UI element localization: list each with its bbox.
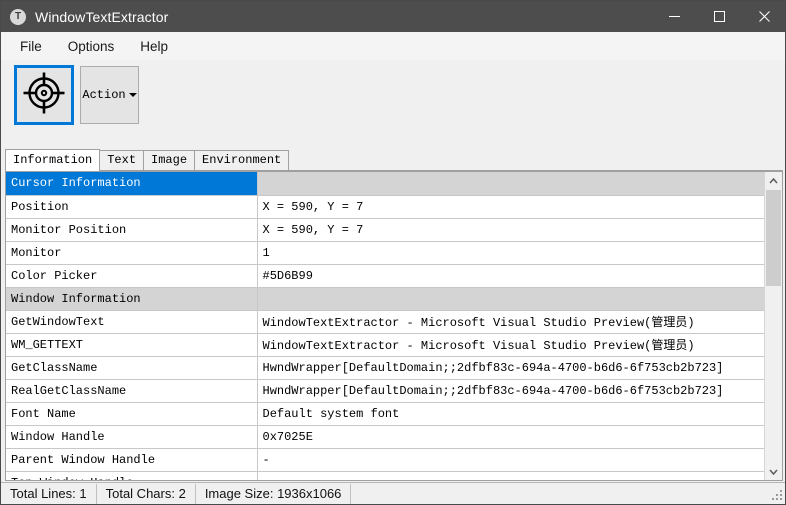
table-cell-value: X = 590, Y = 7	[257, 218, 765, 242]
table-cell-value: 1	[257, 241, 765, 265]
menu-bar: File Options Help	[1, 32, 785, 60]
action-button-label: Action	[82, 88, 126, 102]
table-row[interactable]: GetClassName HwndWrapper[DefaultDomain;;2…	[6, 356, 765, 380]
capture-target-button[interactable]	[14, 65, 74, 125]
action-dropdown-button[interactable]: Action	[80, 66, 139, 124]
scrollbar-thumb[interactable]	[766, 190, 781, 286]
table-cell-value: Default system font	[257, 402, 765, 426]
close-icon[interactable]	[742, 1, 785, 32]
table-row[interactable]: GetWindowText WindowTextExtractor - Micro…	[6, 310, 765, 334]
table-cell-value: 0x7025E	[257, 425, 765, 449]
title-bar: T WindowTextExtractor	[1, 1, 785, 32]
table-row[interactable]: RealGetClassName HwndWrapper[DefaultDomai…	[6, 379, 765, 403]
table-cell-value	[257, 287, 765, 311]
table-cell-value: X = 590, Y = 7	[257, 195, 765, 219]
table-cell-value: -	[257, 448, 765, 472]
menu-item-file[interactable]: File	[9, 35, 53, 58]
grid-vertical-scrollbar[interactable]	[764, 172, 782, 480]
table-cell-key: Top Window Handle	[6, 471, 258, 480]
tab-strip: Information Text Image Environment	[5, 149, 783, 171]
minimize-icon[interactable]	[652, 1, 697, 32]
table-cell-key: RealGetClassName	[6, 379, 258, 403]
table-cell-value	[257, 172, 765, 196]
information-table-body: Cursor Information Position X = 590, Y = 7…	[6, 172, 765, 480]
table-cell-key: Monitor Position	[6, 218, 258, 242]
table-row[interactable]: Monitor 1	[6, 241, 765, 265]
table-cell-key: Window Handle	[6, 425, 258, 449]
table-cell-key: Monitor	[6, 241, 258, 265]
table-row[interactable]: Parent Window Handle -	[6, 448, 765, 472]
status-bar: Total Lines: 1 Total Chars: 2 Image Size…	[1, 482, 785, 504]
table-row[interactable]: Window Handle 0x7025E	[6, 425, 765, 449]
table-row[interactable]: Window Information	[6, 287, 765, 311]
maximize-icon[interactable]	[697, 1, 742, 32]
table-row[interactable]: WM_GETTEXT WindowTextExtractor - Microsof…	[6, 333, 765, 357]
chevron-down-icon[interactable]	[765, 463, 782, 480]
application-window: T WindowTextExtractor File Options Help	[0, 0, 786, 505]
table-row[interactable]: Top Window Handle-	[6, 471, 765, 480]
tab-image[interactable]: Image	[143, 150, 196, 170]
table-cell-value: HwndWrapper[DefaultDomain;;2dfbf83c-694a…	[257, 356, 765, 380]
toolbar: Action	[1, 60, 785, 136]
table-cell-value: WindowTextExtractor - Microsoft Visual S…	[257, 310, 765, 334]
information-grid[interactable]: Cursor Information Position X = 590, Y = 7…	[5, 171, 783, 481]
table-row[interactable]: Cursor Information	[6, 172, 765, 196]
table-cell-value: HwndWrapper[DefaultDomain;;2dfbf83c-694a…	[257, 379, 765, 403]
tab-information[interactable]: Information	[5, 149, 101, 171]
table-cell-key: Color Picker	[6, 264, 258, 288]
information-table: Cursor Information Position X = 590, Y = 7…	[6, 172, 765, 480]
table-row[interactable]: Color Picker #5D6B99	[6, 264, 765, 288]
menu-item-options[interactable]: Options	[57, 35, 126, 58]
table-cell-key: Font Name	[6, 402, 258, 426]
table-cell-key: GetWindowText	[6, 310, 258, 334]
table-cell-key: Cursor Information	[6, 172, 258, 196]
chevron-down-icon	[128, 93, 137, 97]
table-row[interactable]: Font Name Default system font	[6, 402, 765, 426]
app-circle-t-icon: T	[10, 8, 26, 25]
table-cell-key: WM_GETTEXT	[6, 333, 258, 357]
status-total-chars: Total Chars: 2	[97, 483, 196, 504]
window-title: WindowTextExtractor	[35, 8, 169, 25]
table-cell-value: -	[257, 471, 765, 480]
status-total-lines: Total Lines: 1	[1, 483, 97, 504]
window-controls	[652, 1, 785, 32]
table-row[interactable]: Monitor Position X = 590, Y = 7	[6, 218, 765, 242]
table-cell-key: Parent Window Handle	[6, 448, 258, 472]
table-row[interactable]: Position X = 590, Y = 7	[6, 195, 765, 219]
table-cell-key: Window Information	[6, 287, 258, 311]
tab-environment[interactable]: Environment	[194, 150, 290, 170]
resize-grip-icon[interactable]	[769, 487, 782, 500]
crosshair-target-icon	[22, 71, 66, 120]
table-cell-key: GetClassName	[6, 356, 258, 380]
table-cell-value: #5D6B99	[257, 264, 765, 288]
tab-text[interactable]: Text	[99, 150, 145, 170]
table-cell-value: WindowTextExtractor - Microsoft Visual S…	[257, 333, 765, 357]
status-image-size: Image Size: 1936x1066	[196, 483, 352, 504]
menu-item-help[interactable]: Help	[129, 35, 179, 58]
table-cell-key: Position	[6, 195, 258, 219]
chevron-up-icon[interactable]	[765, 172, 782, 189]
